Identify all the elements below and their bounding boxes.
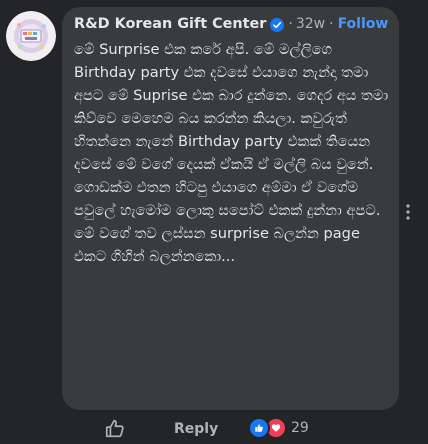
comment-header: R&D Korean Gift Center · 32w · Follow [74,13,389,35]
like-reaction-icon [248,417,270,439]
more-options-icon[interactable] [399,202,417,222]
comment-timestamp[interactable]: 32w [296,16,325,32]
author-name[interactable]: R&D Korean Gift Center [74,16,266,32]
reaction-summary[interactable]: 29 [248,417,309,439]
avatar[interactable] [6,11,56,61]
reaction-count: 29 [291,420,309,436]
reply-button[interactable]: Reply [174,421,218,437]
brand-logo-avatar [6,11,56,61]
thumbs-up-icon[interactable] [104,418,126,440]
comment-bubble: R&D Korean Gift Center · 32w · Follow මේ… [62,7,399,410]
follow-button[interactable]: Follow [338,16,389,32]
separator-dot: · [288,16,293,32]
comment-actions: Reply 29 [0,412,428,444]
comment-text: මේ Surprise එක කරේ අපි. මේ මල්ලිගෙ Birth… [74,41,393,265]
verified-badge-icon [270,17,285,32]
comment-screen: R&D Korean Gift Center · 32w · Follow මේ… [0,0,428,444]
separator-dot: · [329,16,334,32]
